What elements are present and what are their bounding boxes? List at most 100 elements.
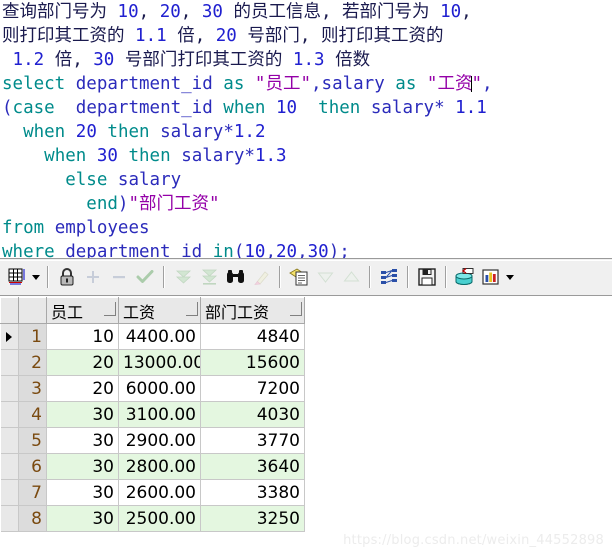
- column-header-salary[interactable]: 工资: [118, 297, 201, 324]
- row-number-cell[interactable]: 6: [18, 453, 47, 480]
- sort-ascending-icon: [338, 264, 364, 290]
- cell-salary[interactable]: 2600.00: [118, 479, 201, 506]
- cell-employee[interactable]: 20: [46, 375, 119, 402]
- fetch-all-rows-icon: [196, 264, 222, 290]
- row-number-cell[interactable]: 5: [18, 427, 47, 454]
- sql-editor-pane[interactable]: 查询部门号为 10, 20, 30 的员工信息, 若部门号为 10, 则打印其工资…: [0, 0, 612, 262]
- cell-employee[interactable]: 30: [46, 427, 119, 454]
- code-token: 20: [215, 26, 237, 46]
- cell-employee[interactable]: 30: [46, 479, 119, 506]
- column-header-employee[interactable]: 员工: [46, 297, 119, 324]
- table-row[interactable]: 6 30 2800.00 3640: [0, 453, 305, 480]
- cell-salary[interactable]: 6000.00: [118, 375, 201, 402]
- highlighter-icon: [248, 264, 274, 290]
- header-marker-cell: [0, 297, 19, 324]
- export-data-icon[interactable]: [452, 264, 478, 290]
- row-marker-cell[interactable]: [0, 479, 19, 506]
- code-token: employees: [54, 218, 150, 238]
- table-row[interactable]: 7 30 2600.00 3380: [0, 479, 305, 506]
- header-row: 员工 工资 部门工资: [0, 297, 305, 324]
- table-row[interactable]: 5 30 2900.00 3770: [0, 427, 305, 454]
- cell-dept-salary[interactable]: 4840: [200, 323, 305, 350]
- sql-line-6: end)"部门工资": [0, 192, 612, 216]
- code-token: select: [2, 74, 66, 94]
- cell-employee[interactable]: 30: [46, 453, 119, 480]
- result-grid[interactable]: 员工 工资 部门工资 1 10 4400.00 4840 2 20 13000.00 1560…: [0, 297, 305, 532]
- row-number-cell[interactable]: 8: [18, 505, 47, 532]
- code-token: salary: [117, 170, 182, 190]
- table-row[interactable]: 3 20 6000.00 7200: [0, 375, 305, 402]
- sql-comment-block: 查询部门号为 10, 20, 30 的员工信息, 若部门号为 10, 则打印其工资…: [0, 0, 612, 72]
- cell-dept-salary[interactable]: 3770: [200, 427, 305, 454]
- code-token: 的员工信息, 若部门号为: [222, 2, 441, 22]
- current-row-indicator[interactable]: [0, 323, 19, 350]
- grid-view-dropdown[interactable]: [30, 264, 42, 290]
- current-row-arrow-icon: [6, 331, 13, 342]
- copy-to-clipboard-icon[interactable]: [286, 264, 312, 290]
- table-row[interactable]: 4 30 3100.00 4030: [0, 401, 305, 428]
- cell-dept-salary[interactable]: 3380: [200, 479, 305, 506]
- separator-3: [279, 266, 281, 288]
- row-marker-cell[interactable]: [0, 401, 19, 428]
- code-token: 10: [117, 2, 139, 22]
- cell-dept-salary[interactable]: 3250: [200, 505, 305, 532]
- cell-salary[interactable]: 2900.00: [118, 427, 201, 454]
- row-number-cell[interactable]: 1: [18, 323, 47, 350]
- cell-dept-salary[interactable]: 3640: [200, 453, 305, 480]
- code-token: when: [223, 98, 266, 118]
- grid-view-icon[interactable]: [4, 264, 30, 290]
- cell-salary[interactable]: 3100.00: [118, 401, 201, 428]
- row-marker-cell[interactable]: [0, 375, 19, 402]
- cell-employee[interactable]: 10: [46, 323, 119, 350]
- cell-salary[interactable]: 2800.00: [118, 453, 201, 480]
- code-token: as: [223, 74, 245, 94]
- column-header-dept-salary[interactable]: 部门工资: [200, 297, 305, 324]
- result-table: 员工 工资 部门工资 1 10 4400.00 4840 2 20 13000.00 1560…: [0, 297, 305, 532]
- cell-salary[interactable]: 2500.00: [118, 505, 201, 532]
- separator-2: [163, 266, 165, 288]
- cell-salary[interactable]: 13000.00: [118, 349, 201, 376]
- lock-icon[interactable]: [54, 264, 80, 290]
- row-marker-cell[interactable]: [0, 427, 19, 454]
- separator-4: [369, 266, 371, 288]
- table-row[interactable]: 2 20 13000.00 15600: [0, 349, 305, 376]
- code-token: 倍,: [166, 26, 216, 46]
- sort-descending-icon: [312, 264, 338, 290]
- code-token: 1.2: [233, 122, 266, 142]
- sql-statement-block[interactable]: select department_id as "员工",salary as "…: [0, 72, 612, 264]
- chart-dropdown[interactable]: [504, 264, 516, 290]
- find-binoculars-icon[interactable]: [222, 264, 248, 290]
- cell-employee[interactable]: 30: [46, 401, 119, 428]
- cell-employee[interactable]: 20: [46, 349, 119, 376]
- code-token: when: [23, 122, 66, 142]
- cell-dept-salary[interactable]: 15600: [200, 349, 305, 376]
- code-token: 1.1: [455, 98, 487, 118]
- row-marker-cell[interactable]: [0, 505, 19, 532]
- cell-dept-salary[interactable]: 4030: [200, 401, 305, 428]
- code-token: 20: [159, 2, 181, 22]
- row-number-cell[interactable]: 3: [18, 375, 47, 402]
- header-rownum-cell: [18, 297, 47, 324]
- separator-1: [47, 266, 49, 288]
- code-token: ,: [482, 74, 493, 94]
- row-number-cell[interactable]: 2: [18, 349, 47, 376]
- row-number-cell[interactable]: 7: [18, 479, 47, 506]
- row-number-cell[interactable]: 4: [18, 401, 47, 428]
- row-marker-cell[interactable]: [0, 453, 19, 480]
- table-row[interactable]: 8 30 2500.00 3250: [0, 505, 305, 532]
- cell-salary[interactable]: 4400.00: [118, 323, 201, 350]
- code-token: 30: [201, 2, 223, 22]
- row-marker-cell[interactable]: [0, 349, 19, 376]
- explain-plan-icon[interactable]: [376, 264, 402, 290]
- chart-icon[interactable]: [478, 264, 504, 290]
- sql-line-7: from employees: [0, 216, 612, 240]
- cell-dept-salary[interactable]: 7200: [200, 375, 305, 402]
- cell-employee[interactable]: 30: [46, 505, 119, 532]
- code-token: case: [12, 98, 55, 118]
- save-floppy-icon[interactable]: [414, 264, 440, 290]
- table-row[interactable]: 1 10 4400.00 4840: [0, 323, 305, 350]
